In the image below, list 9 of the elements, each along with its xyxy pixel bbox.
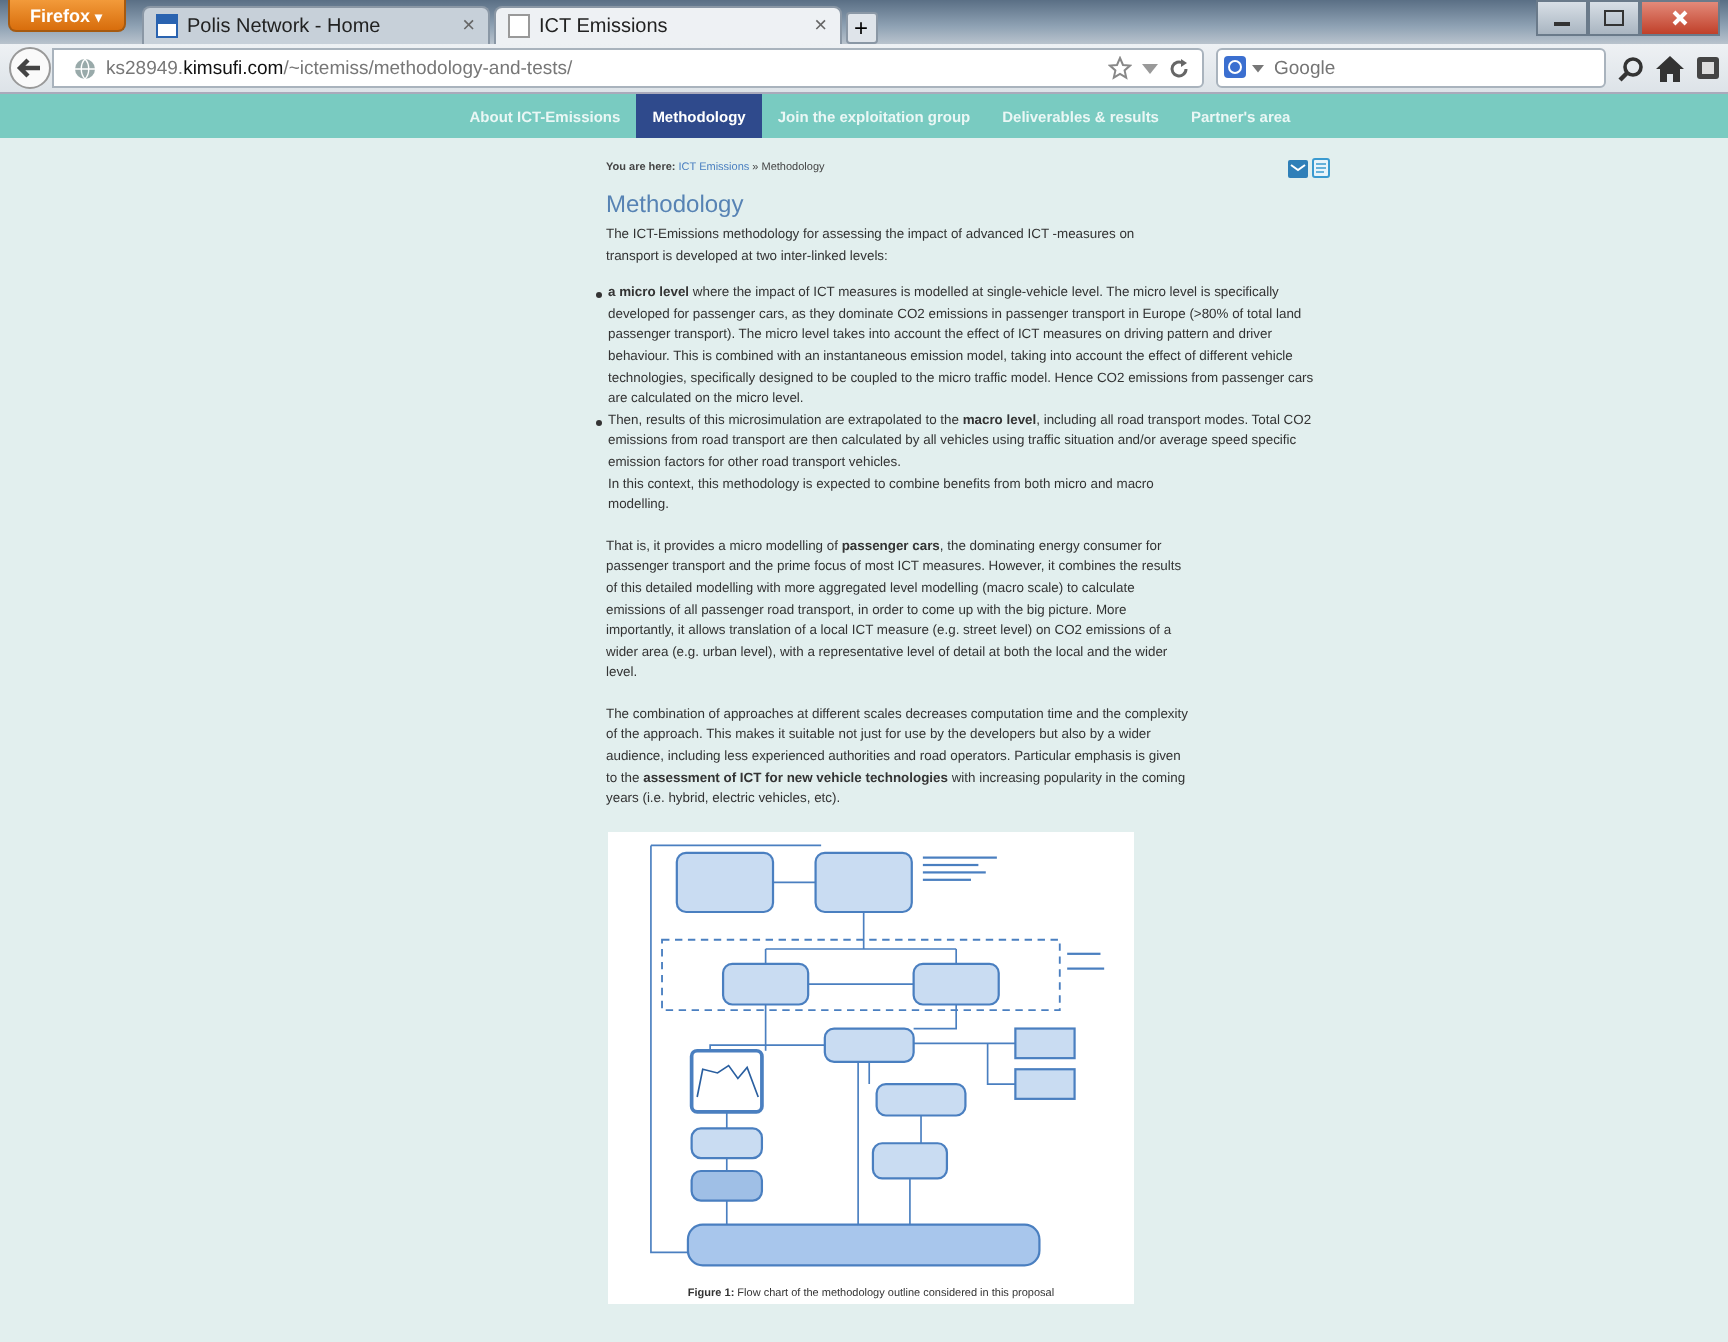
page-title: Methodology bbox=[606, 190, 744, 218]
search-field[interactable]: Google bbox=[1216, 48, 1606, 88]
browser-tab[interactable]: Polis Network - Home × bbox=[141, 6, 490, 44]
new-tab-button[interactable]: + bbox=[845, 12, 878, 44]
close-tab-button[interactable]: × bbox=[814, 14, 828, 38]
tab-title: ICT Emissions bbox=[539, 15, 670, 37]
close-tab-button[interactable]: × bbox=[462, 14, 476, 38]
browser-tab[interactable]: ICT Emissions × bbox=[493, 6, 842, 44]
tab-title: Polis Network - Home bbox=[187, 15, 383, 37]
